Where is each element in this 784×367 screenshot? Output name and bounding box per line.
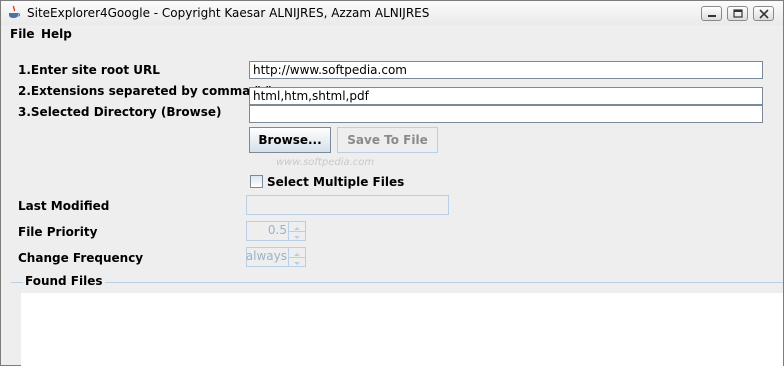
- select-multiple-files-label[interactable]: Select Multiple Files: [267, 175, 404, 189]
- menu-help[interactable]: Help: [41, 27, 72, 41]
- last-modified-label: Last Modified: [18, 199, 110, 213]
- url-label: 1.Enter site root URL: [18, 63, 160, 77]
- spinner-buttons: [288, 222, 305, 240]
- menu-bar: File Help: [1, 25, 783, 45]
- close-button[interactable]: [753, 6, 774, 21]
- spinner-buttons: [288, 248, 305, 266]
- change-frequency-spinner[interactable]: always: [246, 247, 306, 267]
- save-to-file-button[interactable]: Save To File: [337, 127, 438, 153]
- select-multiple-files-checkbox[interactable]: [250, 175, 263, 188]
- url-input[interactable]: http://www.softpedia.com: [249, 61, 763, 79]
- java-app-icon: [7, 5, 21, 20]
- last-modified-field: [246, 195, 449, 215]
- softpedia-watermark: www.softpedia.com: [276, 157, 375, 168]
- file-priority-value: 0.5: [267, 223, 287, 237]
- title-bar: SiteExplorer4Google - Copyright Kaesar A…: [1, 1, 783, 26]
- file-priority-label: File Priority: [18, 225, 98, 239]
- minimize-button[interactable]: [701, 6, 722, 21]
- change-frequency-value: always: [245, 249, 287, 263]
- menu-file[interactable]: File: [10, 27, 35, 41]
- app-window: SiteExplorer4Google - Copyright Kaesar A…: [0, 0, 784, 367]
- chevron-down-icon[interactable]: [289, 231, 305, 240]
- found-files-list[interactable]: [21, 293, 783, 367]
- extensions-label: 2.Extensions separeted by comma ",": [18, 84, 272, 98]
- found-files-panel: Found Files: [11, 274, 783, 367]
- chevron-up-icon[interactable]: [289, 248, 305, 257]
- directory-label: 3.Selected Directory (Browse): [18, 105, 222, 119]
- group-border: [11, 282, 783, 283]
- change-frequency-label: Change Frequency: [18, 251, 144, 265]
- directory-input[interactable]: [249, 105, 763, 123]
- maximize-button[interactable]: [727, 6, 748, 21]
- chevron-down-icon[interactable]: [289, 257, 305, 266]
- file-priority-spinner[interactable]: 0.5: [246, 221, 306, 241]
- chevron-up-icon[interactable]: [289, 222, 305, 231]
- window-title: SiteExplorer4Google - Copyright Kaesar A…: [27, 6, 430, 20]
- found-files-title: Found Files: [23, 274, 105, 288]
- extensions-input[interactable]: html,htm,shtml,pdf: [249, 87, 763, 105]
- browse-button[interactable]: Browse...: [249, 127, 331, 153]
